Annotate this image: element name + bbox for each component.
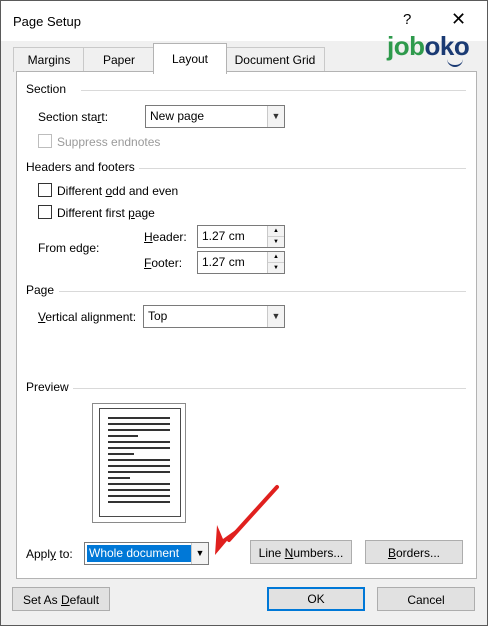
spin-up-icon[interactable]: ▲: [268, 252, 284, 263]
section-start-label: Section start:: [38, 110, 109, 124]
tab-margins[interactable]: Margins: [13, 47, 85, 72]
vertical-alignment-label: Vertical alignment:: [38, 310, 137, 324]
preview-line: [108, 441, 170, 443]
preview-line: [108, 429, 170, 431]
different-odd-even-checkbox[interactable]: [38, 183, 52, 197]
preview-divider: [73, 388, 466, 389]
logo-smile-mark: [447, 59, 463, 67]
chevron-down-icon[interactable]: ▼: [267, 106, 284, 127]
preview-page: [99, 408, 181, 517]
section-start-value: New page: [150, 109, 205, 123]
page-divider: [59, 291, 466, 292]
suppress-endnotes-checkbox[interactable]: [38, 134, 52, 148]
preview-area: [92, 403, 186, 523]
spin-up-icon[interactable]: ▲: [268, 226, 284, 237]
preview-line: [108, 489, 170, 491]
close-icon[interactable]: ✕: [451, 9, 466, 30]
header-distance-value: 1.27 cm: [202, 229, 245, 243]
tab-paper[interactable]: Paper: [83, 47, 155, 72]
apply-to-value: Whole document: [87, 545, 191, 562]
tab-label: Layout: [171, 52, 209, 66]
preview-line: [108, 417, 170, 419]
preview-line: [108, 483, 170, 485]
section-divider: [81, 90, 466, 91]
footer-distance-value: 1.27 cm: [202, 255, 245, 269]
vertical-alignment-select[interactable]: Top ▼: [143, 305, 285, 328]
preview-line: [108, 471, 170, 473]
vertical-alignment-value: Top: [148, 309, 168, 323]
preview-line: [108, 495, 170, 497]
preview-line: [108, 459, 170, 461]
apply-to-select[interactable]: Whole document ▼: [84, 542, 209, 565]
tab-label: Margins: [27, 53, 71, 67]
tab-label: Paper: [102, 53, 136, 67]
headers-footers-divider: [139, 168, 466, 169]
different-first-page-checkbox[interactable]: [38, 205, 52, 219]
preview-line: [108, 423, 170, 425]
spin-down-icon[interactable]: ▼: [268, 237, 284, 247]
preview-line: [108, 447, 170, 449]
page-heading: Page: [26, 283, 55, 297]
borders-button[interactable]: Borders...: [365, 540, 463, 564]
footer-distance-spinner[interactable]: 1.27 cm ▲ ▼: [197, 251, 285, 274]
set-as-default-button[interactable]: Set As Default: [12, 587, 110, 611]
tab-document-grid[interactable]: Document Grid: [225, 47, 325, 72]
section-heading: Section: [26, 82, 67, 96]
different-first-page-label: Different first page: [57, 206, 155, 220]
preview-line: [108, 477, 130, 479]
different-odd-even-label: Different odd and even: [57, 184, 179, 198]
section-start-select[interactable]: New page ▼: [145, 105, 285, 128]
footer-distance-label: Footer:: [144, 256, 183, 270]
tab-layout[interactable]: Layout: [153, 43, 227, 74]
preview-line: [108, 453, 134, 455]
spin-down-icon[interactable]: ▼: [268, 263, 284, 273]
header-distance-label: Header:: [144, 230, 187, 244]
help-icon[interactable]: ?: [403, 11, 411, 28]
cancel-button[interactable]: Cancel: [377, 587, 475, 611]
preview-line: [108, 435, 138, 437]
arrow-head: [215, 525, 237, 555]
tab-label: Document Grid: [234, 53, 316, 67]
chevron-down-icon[interactable]: ▼: [267, 306, 284, 327]
ok-button[interactable]: OK: [267, 587, 365, 611]
headers-footers-heading: Headers and footers: [26, 160, 135, 174]
arrow-shaft: [227, 485, 279, 542]
from-edge-label: From edge:: [38, 241, 100, 255]
preview-heading: Preview: [26, 380, 69, 394]
apply-to-label: Apply to:: [26, 547, 73, 561]
header-distance-spinner[interactable]: 1.27 cm ▲ ▼: [197, 225, 285, 248]
red-arrow-annotation: [215, 485, 279, 555]
preview-line: [108, 465, 170, 467]
dialog-title: Page Setup: [13, 14, 81, 29]
suppress-endnotes-label: Suppress endnotes: [57, 135, 161, 149]
page-setup-dialog: Page Setup ? ✕ Margins Paper Layout Docu…: [0, 0, 488, 626]
preview-line: [108, 501, 170, 503]
joboko-logo: joboko: [387, 31, 470, 61]
